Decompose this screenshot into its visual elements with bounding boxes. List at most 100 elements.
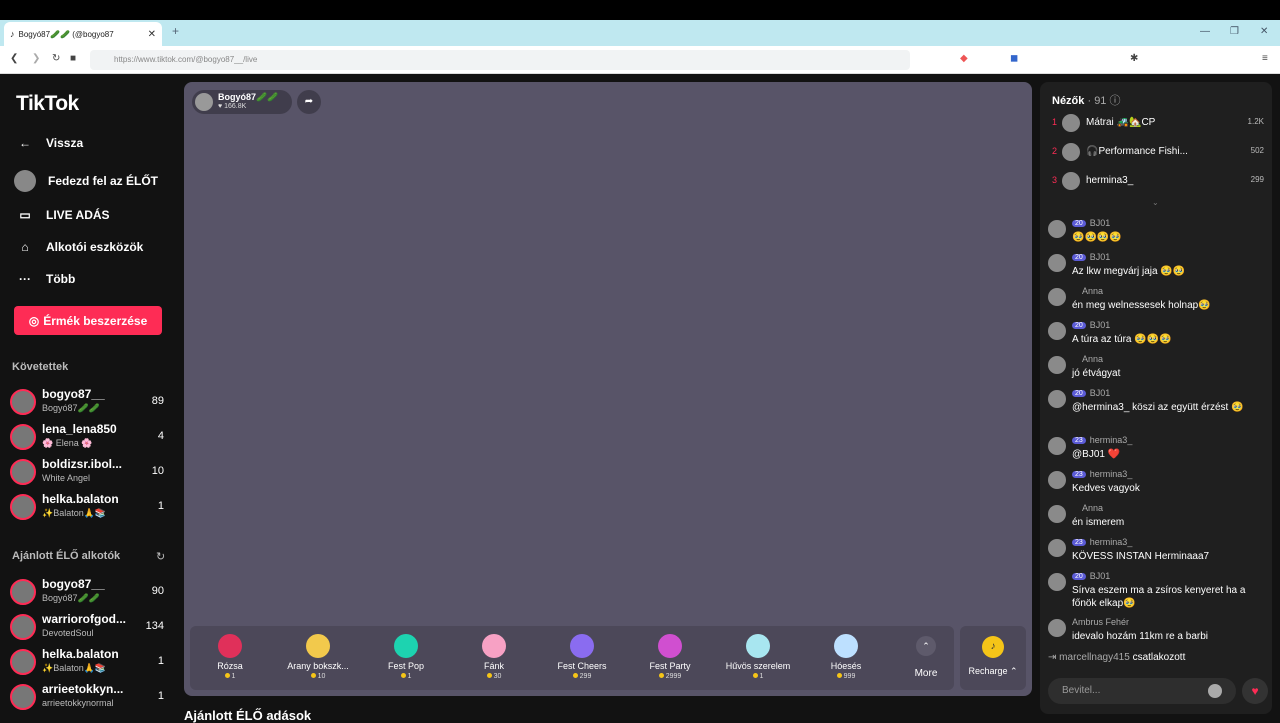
gift-item[interactable]: Fest Party 2999 [630,630,710,688]
gift-item[interactable]: Rózsa 1 [190,630,270,688]
viewers-header[interactable]: Nézők · 91 ⓘ [1052,92,1121,108]
nav-back[interactable]: ← Vissza [16,132,83,154]
coin-icon [752,673,758,678]
url-field[interactable]: https://www.tiktok.com/@bogyo87__/live [90,50,910,70]
gift-item[interactable]: Fest Pop 1 [366,630,446,688]
chevron-up-icon: ⌃ [916,636,936,656]
avatar[interactable] [1048,356,1066,374]
menu-icon[interactable]: ≡ [1262,53,1268,64]
like-heart-button[interactable]: ♥ [1242,678,1268,704]
message-text: én ismerem [1072,517,1125,528]
message-user[interactable]: Anna [1082,286,1103,296]
avatar [10,389,36,415]
gift-item[interactable]: Hóesés 999 [806,630,886,688]
following-item[interactable]: helka.balaton ✨Balaton🙏📚 1 [10,492,166,524]
host-avatar [195,93,213,111]
message-user[interactable]: BJ01 [1090,218,1111,228]
message-user[interactable]: BJ01 [1090,388,1111,398]
extensions-puzzle-icon[interactable]: ✱ [1130,53,1138,64]
back-icon[interactable]: ❮ [10,53,18,64]
recommended-item[interactable]: helka.balaton ✨Balaton🙏📚 1 [10,647,166,679]
avatar[interactable] [1048,539,1066,557]
recommended-item[interactable]: bogyo87__ Bogyó87🥒🥒 90 [10,577,166,609]
gift-icon [746,634,770,658]
nav-go-live[interactable]: ▭ LIVE ADÁS [16,204,109,226]
recommended-item[interactable]: arrieetokkyn... arrieetokkynormal 1 [10,682,166,714]
message-user[interactable]: hermina3_ [1090,537,1133,547]
message-header: 23 hermina3_ [1072,469,1132,479]
message-text: 🥹🥹🥹🥹 [1072,232,1122,243]
emoji-icon[interactable] [1208,684,1222,698]
avatar[interactable] [1048,322,1066,340]
reload-icon[interactable]: ↻ [52,53,60,64]
more-gifts-button[interactable]: ⌃ More [896,630,956,688]
avatar[interactable] [1048,220,1066,238]
avatar[interactable] [1048,471,1066,489]
top-viewer[interactable]: 3 hermina3_ 299 [1048,170,1264,192]
message-header: Anna [1072,286,1103,296]
coin-icon [224,673,230,678]
top-viewer[interactable]: 2 🎧Performance Fishi... 502 [1048,141,1264,163]
close-tab-icon[interactable]: ✕ [148,29,156,40]
extension-icon[interactable]: ◼ [1010,53,1018,64]
message-text: KÖVESS INSTAN Herminaaa7 [1072,551,1210,562]
nav-more[interactable]: ··· Több [16,268,75,290]
message-user[interactable]: BJ01 [1090,571,1111,581]
avatar[interactable] [1048,437,1066,455]
live-player[interactable]: Bogyó87🥒🥒 ♥ 166.8K ➦ Rózsa 1 Arany bokszk… [184,82,1032,696]
message-text: @hermina3_ köszi az együtt érzést 🥹 [1072,402,1244,413]
message-user[interactable]: Ambrus Fehér [1072,617,1129,627]
forward-icon[interactable]: ❯ [32,53,40,64]
message-user[interactable]: Anna [1082,354,1103,364]
coin-icon [310,673,316,678]
level-badge: 20 [1072,253,1086,261]
share-icon[interactable]: ➦ [297,90,321,114]
coin-icon [400,673,406,678]
avatar[interactable] [1048,288,1066,306]
close-window-icon[interactable]: ✕ [1260,26,1268,37]
gift-item[interactable]: Arany bokszk... 10 [278,630,358,688]
gift-item[interactable]: Hűvös szerelem 1 [718,630,798,688]
bookmark-icon[interactable]: ■ [70,53,76,64]
following-item[interactable]: boldizsr.ibol... White Angel 10 [10,457,166,489]
message-user[interactable]: Anna [1082,503,1103,513]
chevron-down-icon[interactable]: ⌄ [1152,198,1159,207]
recharge-button[interactable]: ♪ Recharge ⌃ [960,626,1026,690]
message-header: 23 hermina3_ [1072,537,1132,547]
get-coins-button[interactable]: ◎ Érmék beszerzése [14,306,162,335]
brave-shield-icon[interactable]: ◆ [960,53,968,64]
avatar[interactable] [1048,390,1066,408]
level-badge: 23 [1072,470,1086,478]
avatar[interactable] [1048,505,1066,523]
avatar[interactable] [1048,254,1066,272]
avatar[interactable] [1048,573,1066,591]
message-text: A túra az túra 🥹🥹🥹 [1072,334,1172,345]
message-user[interactable]: BJ01 [1090,252,1111,262]
tiktok-favicon-icon: ♪ [10,29,15,39]
info-icon[interactable]: ⓘ [1110,95,1121,107]
host-info[interactable]: Bogyó87🥒🥒 ♥ 166.8K [192,90,292,114]
new-tab-icon[interactable]: + [172,24,179,38]
browser-tab[interactable]: ♪ Bogyó87🥒🥒 (@bogyo87 ✕ [4,22,162,46]
coin-icon [572,673,578,678]
message-header: 23 hermina3_ [1072,435,1132,445]
top-viewer[interactable]: 1 Mátrai 🚜🏡CP 1.2K [1048,112,1264,134]
maximize-icon[interactable]: ❐ [1230,26,1239,37]
message-user[interactable]: hermina3_ [1090,469,1133,479]
avatar[interactable] [1048,619,1066,637]
nav-creator-tools[interactable]: ⌂ Alkotói eszközök [16,236,143,258]
following-item[interactable]: lena_lena850 🌸 Elena 🌸 4 [10,422,166,454]
message-user[interactable]: hermina3_ [1090,435,1133,445]
tiktok-logo[interactable]: TikTok [16,92,79,116]
nav-explore-live[interactable]: Fedezd fel az ÉLŐT [14,170,158,192]
message-text: jó étvágyat [1072,368,1121,379]
message-header: 20 BJ01 [1072,320,1110,330]
refresh-icon[interactable]: ↻ [156,550,165,563]
message-user[interactable]: BJ01 [1090,320,1111,330]
gift-item[interactable]: Fánk 30 [454,630,534,688]
minimize-icon[interactable]: — [1200,26,1210,37]
gift-item[interactable]: Fest Cheers 299 [542,630,622,688]
following-item[interactable]: bogyo87__ Bogyó87🥒🥒 89 [10,387,166,419]
recommended-item[interactable]: warriorofgod... DevotedSoul 134 [10,612,166,644]
coin-icon: ♪ [982,636,1004,658]
